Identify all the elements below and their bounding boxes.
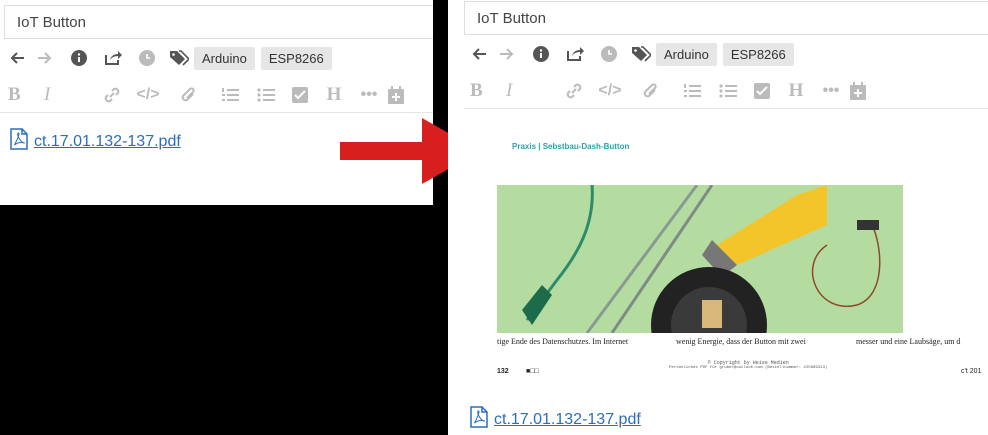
forward-icon[interactable] bbox=[28, 50, 62, 66]
note-title-field[interactable]: IoT Button bbox=[4, 5, 433, 39]
italic-icon[interactable]: I bbox=[506, 80, 556, 102]
info-icon[interactable] bbox=[524, 46, 558, 62]
tags-icon[interactable] bbox=[164, 50, 194, 66]
pdf-text-column-1: tige Ende des Datenschutzes. Im Internet bbox=[497, 337, 629, 346]
heading-icon[interactable]: H bbox=[778, 80, 814, 102]
attachment-filename[interactable]: ct.17.01.132-137.pdf bbox=[494, 411, 641, 429]
reminder-icon[interactable] bbox=[130, 50, 164, 66]
format-toolbar: B I </> H ••• bbox=[8, 82, 406, 108]
note-editor-after: IoT Button Arduino ESP8266 B I </> H •••… bbox=[448, 0, 988, 435]
attach-icon[interactable] bbox=[628, 82, 674, 100]
heading-icon[interactable]: H bbox=[316, 84, 352, 106]
bold-icon[interactable]: B bbox=[8, 84, 44, 106]
format-toolbar: B I </> H ••• bbox=[470, 78, 868, 104]
toolbar-divider bbox=[0, 112, 433, 113]
bullet-list-icon[interactable] bbox=[248, 87, 284, 103]
copyright-subline: Persönliches PDF für gruber@outlook.com … bbox=[669, 366, 828, 370]
pdf-page-number: 132 bbox=[497, 368, 509, 375]
pdf-copyright: © Copyright by Heise Medien Persönliches… bbox=[669, 360, 827, 370]
tags-icon[interactable] bbox=[626, 46, 656, 62]
attachment-link[interactable]: ct.17.01.132-137.pdf bbox=[10, 128, 181, 155]
more-icon[interactable]: ••• bbox=[814, 82, 848, 100]
reminder-icon[interactable] bbox=[592, 46, 626, 62]
share-icon[interactable] bbox=[558, 46, 592, 62]
share-icon[interactable] bbox=[96, 50, 130, 66]
pdf-photo bbox=[497, 185, 903, 333]
checkbox-icon[interactable] bbox=[746, 83, 778, 99]
more-icon[interactable]: ••• bbox=[352, 86, 386, 104]
pdf-preview[interactable]: Praxis | Sebstbau-Dash-Button tige Ende … bbox=[464, 112, 988, 392]
electronics-tools-photo-icon bbox=[497, 185, 903, 333]
insert-date-icon[interactable] bbox=[848, 82, 868, 100]
tag-esp8266[interactable]: ESP8266 bbox=[722, 42, 794, 66]
pdf-file-icon bbox=[10, 128, 28, 155]
checkbox-icon[interactable] bbox=[284, 87, 316, 103]
note-title-text: IoT Button bbox=[17, 13, 86, 31]
back-icon[interactable] bbox=[6, 50, 28, 66]
pdf-file-icon bbox=[470, 406, 488, 433]
info-icon[interactable] bbox=[62, 50, 96, 66]
pdf-text-column-2: wenig Energie, dass der Button mit zwei bbox=[676, 337, 806, 346]
code-icon[interactable]: </> bbox=[130, 86, 166, 104]
pdf-page-boxes: ■□□ bbox=[526, 368, 539, 375]
italic-icon[interactable]: I bbox=[44, 84, 94, 106]
bullet-list-icon[interactable] bbox=[710, 83, 746, 99]
pdf-text-column-3: messer und eine Laubsäge, um d bbox=[856, 337, 961, 346]
pdf-header: Praxis | Sebstbau-Dash-Button bbox=[512, 142, 630, 151]
toolbar-divider bbox=[464, 108, 988, 109]
attachment-filename[interactable]: ct.17.01.132-137.pdf bbox=[34, 133, 181, 151]
tag-arduino[interactable]: Arduino bbox=[194, 46, 255, 70]
note-toolbar: Arduino ESP8266 bbox=[468, 40, 800, 68]
link-icon[interactable] bbox=[94, 86, 130, 104]
back-icon[interactable] bbox=[468, 46, 490, 62]
note-toolbar: Arduino ESP8266 bbox=[6, 44, 338, 72]
pdf-issue-label: c't 201 bbox=[961, 368, 982, 375]
note-title-text: IoT Button bbox=[477, 9, 546, 27]
attachment-link[interactable]: ct.17.01.132-137.pdf bbox=[470, 406, 641, 433]
tag-esp8266[interactable]: ESP8266 bbox=[260, 46, 332, 70]
link-icon[interactable] bbox=[556, 82, 592, 100]
tag-arduino[interactable]: Arduino bbox=[656, 42, 717, 66]
numbered-list-icon[interactable] bbox=[674, 83, 710, 99]
forward-icon[interactable] bbox=[490, 46, 524, 62]
insert-date-icon[interactable] bbox=[386, 86, 406, 104]
bold-icon[interactable]: B bbox=[470, 80, 506, 102]
numbered-list-icon[interactable] bbox=[212, 87, 248, 103]
note-title-field[interactable]: IoT Button bbox=[464, 1, 988, 35]
code-icon[interactable]: </> bbox=[592, 82, 628, 100]
attach-icon[interactable] bbox=[166, 86, 212, 104]
